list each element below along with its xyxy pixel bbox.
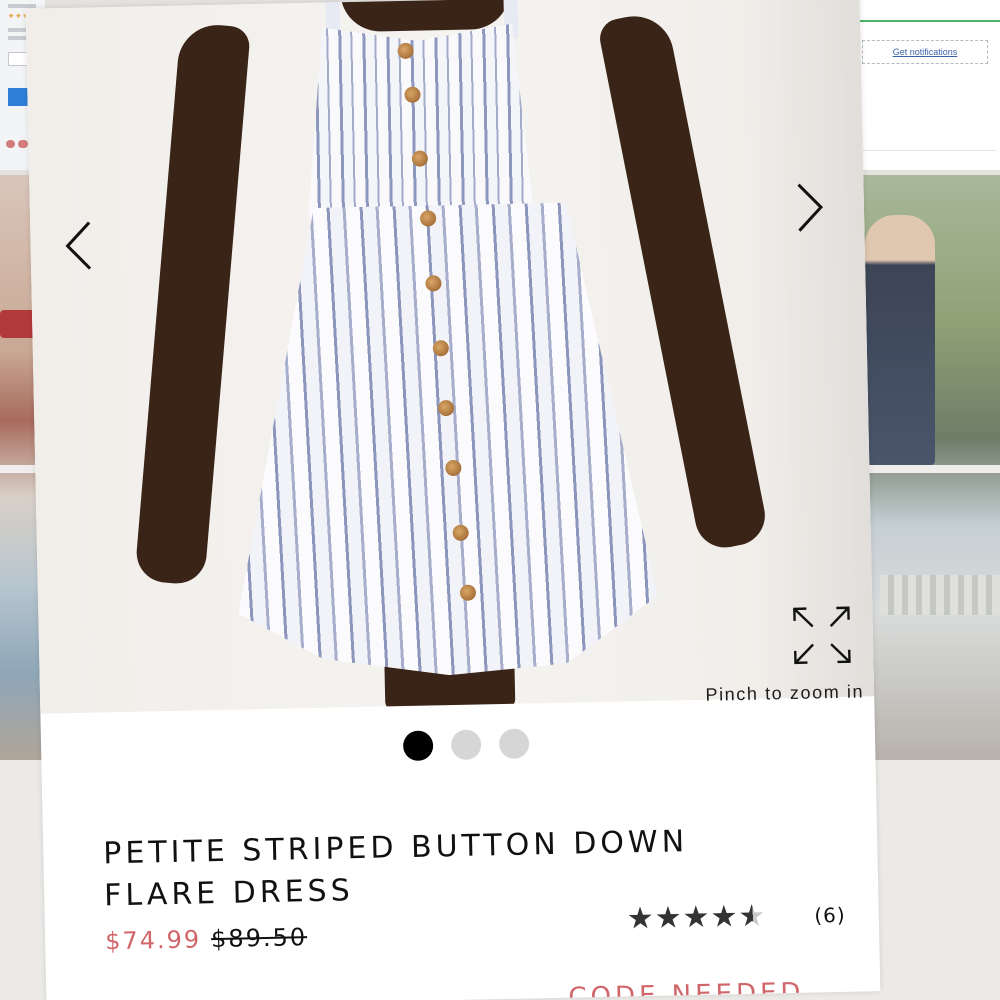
zoom-hint: Pinch to zoom in	[705, 681, 865, 705]
chevron-right-icon	[797, 183, 824, 232]
model-arm-left	[134, 21, 251, 586]
carousel-pagination	[402, 728, 530, 762]
star-half-icon: ★	[738, 898, 767, 935]
price-row: $74.99 $89.50	[105, 923, 308, 955]
carousel-dot-3[interactable]	[498, 728, 530, 760]
background-page-fragment-right: Get notifications	[848, 0, 1000, 170]
star-icon: ★	[654, 900, 683, 936]
sale-price: $74.99	[104, 925, 202, 956]
dress-bodice	[304, 23, 534, 218]
photo-shadow	[739, 0, 875, 699]
background-photo-separator	[855, 465, 1000, 473]
model-neck	[340, 0, 512, 33]
review-count[interactable]: (6)	[814, 902, 846, 927]
star-icon: ★	[682, 899, 711, 936]
background-photo-strip-right	[855, 175, 1000, 760]
product-rating[interactable]: ★★★★★ (6)	[626, 897, 846, 937]
background-accent-line	[848, 20, 1000, 22]
background-divider	[856, 150, 996, 151]
chevron-left-icon	[65, 221, 92, 270]
original-price: $89.50	[210, 923, 308, 954]
background-text-line	[8, 4, 36, 8]
rating-stars: ★★★★★	[626, 899, 766, 937]
carousel-dot-1[interactable]	[402, 730, 434, 762]
carousel-prev-button[interactable]	[58, 215, 99, 276]
background-photo-railing	[880, 575, 1000, 615]
product-image[interactable]	[25, 0, 875, 714]
star-icon: ★	[710, 899, 739, 935]
expand-icon[interactable]	[790, 604, 853, 667]
carousel-dot-2[interactable]	[450, 729, 482, 761]
star-icon: ★	[626, 900, 656, 937]
carousel-next-button[interactable]	[789, 177, 830, 238]
product-card: Pinch to zoom in PETITE STRIPED BUTTON D…	[25, 0, 881, 1000]
get-notifications-button: Get notifications	[862, 40, 988, 64]
background-photo-person	[865, 215, 935, 465]
dress-skirt	[230, 201, 660, 680]
